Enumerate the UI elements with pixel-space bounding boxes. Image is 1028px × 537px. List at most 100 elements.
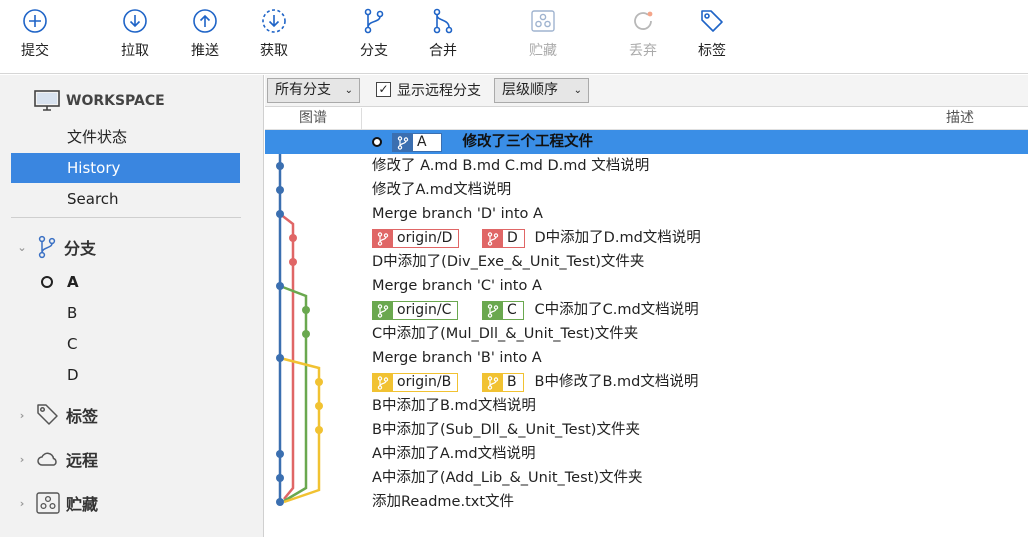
- branch-icon: [483, 374, 503, 391]
- branch-ref-label: D: [507, 230, 518, 246]
- commit-row[interactable]: C中添加了(Mul_Dll_&_Unit_Test)文件夹: [265, 322, 1028, 346]
- branch-item-a[interactable]: A: [67, 270, 79, 294]
- merge-button[interactable]: 合并: [411, 8, 475, 68]
- commit-row[interactable]: 添加Readme.txt文件: [265, 490, 1028, 514]
- show-remote-label: 显示远程分支: [397, 83, 481, 99]
- chevron-down-icon: ⌄: [17, 240, 27, 254]
- commit-row[interactable]: A中添加了(Add_Lib_&_Unit_Test)文件夹: [265, 466, 1028, 490]
- branches-section-label: 分支: [64, 239, 97, 258]
- sidebar-section-stashes[interactable]: › 贮藏: [14, 489, 98, 517]
- chevron-right-icon: ›: [19, 496, 25, 510]
- stashes-section-label: 贮藏: [66, 495, 99, 514]
- commit-button[interactable]: 提交: [3, 8, 67, 68]
- chevron-right-icon: ›: [19, 408, 25, 422]
- commit-row[interactable]: Merge branch 'D' into A: [265, 202, 1028, 226]
- commit-message: 添加Readme.txt文件: [372, 494, 515, 510]
- branch-ref-label: origin/B: [397, 374, 452, 390]
- pull-button[interactable]: 拉取: [103, 8, 167, 68]
- branch-icon: [373, 302, 393, 319]
- filter-bar: 所有分支 ⌄ ✓ 显示远程分支 层级顺序 ⌄: [265, 75, 1028, 107]
- sidebar-item-file-status[interactable]: 文件状态: [11, 122, 240, 152]
- branch-ref-tag[interactable]: A: [392, 133, 442, 152]
- commit-row[interactable]: A中添加了A.md文档说明: [265, 442, 1028, 466]
- stash-icon: [531, 10, 555, 32]
- sidebar-section-remotes[interactable]: › 远程: [14, 445, 98, 473]
- tag-icon: [701, 10, 723, 32]
- commit-row[interactable]: origin/B B B中修改了B.md文档说明: [265, 370, 1028, 394]
- commit-message: Merge branch 'D' into A: [372, 206, 543, 222]
- graph-column-header[interactable]: 图谱: [265, 108, 362, 130]
- commit-row[interactable]: origin/D D D中添加了D.md文档说明: [265, 226, 1028, 250]
- sidebar-section-tags[interactable]: › 标签: [14, 401, 98, 429]
- commit-row[interactable]: D中添加了(Div_Exe_&_Unit_Test)文件夹: [265, 250, 1028, 274]
- push-button[interactable]: 推送: [173, 8, 237, 68]
- commit-message: B中修改了B.md文档说明: [534, 374, 699, 390]
- sidebar: WORKSPACE 文件状态 History Search ⌄ 分支 A B C…: [0, 75, 264, 537]
- branch-ref-tag[interactable]: B: [482, 373, 524, 392]
- fetch-icon: [262, 9, 286, 33]
- arrow-up-circle-icon: [193, 9, 217, 33]
- merge-label: 合并: [429, 43, 457, 59]
- branch-button[interactable]: 分支: [342, 8, 406, 68]
- commit-row[interactable]: origin/C C C中添加了C.md文档说明: [265, 298, 1028, 322]
- branch-icon: [393, 134, 413, 151]
- branch-ref-tag[interactable]: origin/C: [372, 301, 459, 320]
- branch-item-b[interactable]: B: [67, 301, 77, 325]
- branch-ref-tag[interactable]: origin/D: [372, 229, 460, 248]
- commit-message: A中添加了A.md文档说明: [372, 446, 536, 462]
- commit-list: A 修改了三个工程文件修改了 A.md B.md C.md D.md 文档说明 修改…: [265, 130, 1028, 514]
- order-select[interactable]: 层级顺序 ⌄: [494, 78, 589, 103]
- branch-icon: [373, 230, 393, 247]
- fetch-button[interactable]: 获取: [242, 8, 306, 68]
- commit-message: Merge branch 'C' into A: [372, 278, 542, 294]
- merge-icon: [433, 8, 453, 34]
- sidebar-item-search[interactable]: Search: [11, 184, 240, 214]
- commit-row[interactable]: 修改了 A.md B.md C.md D.md 文档说明: [265, 154, 1028, 178]
- branch-item-d[interactable]: D: [67, 363, 79, 387]
- chevron-right-icon: ›: [19, 452, 25, 466]
- discard-label: 丢弃: [629, 43, 657, 59]
- tag-button[interactable]: 标签: [680, 8, 744, 68]
- discard-button[interactable]: 丢弃: [611, 8, 675, 68]
- branch-item-c[interactable]: C: [67, 332, 77, 356]
- commit-message: B中添加了B.md文档说明: [372, 398, 536, 414]
- show-remote-checkbox[interactable]: ✓: [376, 82, 391, 97]
- commit-message: C中添加了C.md文档说明: [534, 302, 699, 318]
- branch-ref-label: A: [417, 134, 427, 150]
- branch-ref-tag[interactable]: C: [482, 301, 524, 320]
- commit-row[interactable]: Merge branch 'C' into A: [265, 274, 1028, 298]
- commit-label: 提交: [21, 43, 49, 59]
- branch-icon: [364, 8, 384, 34]
- commit-message: 修改了 A.md B.md C.md D.md 文档说明: [372, 158, 650, 174]
- branch-filter-select[interactable]: 所有分支 ⌄: [267, 78, 360, 103]
- commit-message: A中添加了(Add_Lib_&_Unit_Test)文件夹: [372, 470, 643, 486]
- branch-icon: [373, 374, 393, 391]
- branch-icon: [38, 235, 56, 259]
- tags-section-label: 标签: [66, 407, 99, 426]
- commit-row[interactable]: B中添加了(Sub_Dll_&_Unit_Test)文件夹: [265, 418, 1028, 442]
- description-column-header[interactable]: 描述: [946, 108, 974, 129]
- sidebar-section-branches[interactable]: ⌄ 分支: [14, 233, 96, 261]
- sidebar-item-history[interactable]: History: [11, 153, 240, 183]
- commit-row[interactable]: Merge branch 'B' into A: [265, 346, 1028, 370]
- branch-ref-label: origin/D: [397, 230, 453, 246]
- stash-button[interactable]: 贮藏: [511, 8, 575, 68]
- commit-row[interactable]: B中添加了B.md文档说明: [265, 394, 1028, 418]
- commit-message: 修改了A.md文档说明: [372, 182, 512, 198]
- arrow-down-circle-icon: [123, 9, 147, 33]
- branch-ref-label: B: [507, 374, 517, 390]
- current-branch-indicator: [41, 276, 53, 288]
- commit-row[interactable]: 修改了A.md文档说明: [265, 178, 1028, 202]
- branch-filter-value: 所有分支: [275, 82, 331, 98]
- plus-circle-icon: [23, 9, 47, 33]
- workspace-header: WORKSPACE: [34, 89, 165, 113]
- head-indicator-icon: [372, 137, 382, 147]
- sidebar-item-label: History: [67, 159, 121, 177]
- commit-row[interactable]: A 修改了三个工程文件: [265, 130, 1028, 154]
- pull-label: 拉取: [121, 43, 149, 59]
- branch-icon: [483, 230, 503, 247]
- branch-ref-tag[interactable]: D: [482, 229, 525, 248]
- push-label: 推送: [191, 43, 219, 59]
- branch-ref-tag[interactable]: origin/B: [372, 373, 459, 392]
- commit-message: Merge branch 'B' into A: [372, 350, 542, 366]
